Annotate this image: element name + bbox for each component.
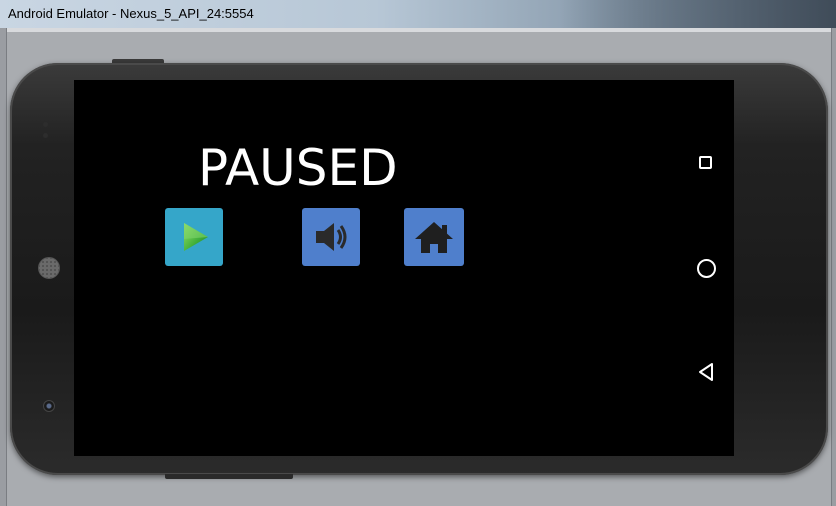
home-button[interactable] bbox=[404, 208, 464, 266]
phone-power-button[interactable] bbox=[165, 474, 293, 479]
sound-button[interactable] bbox=[302, 208, 360, 266]
recent-apps-icon[interactable] bbox=[699, 156, 712, 169]
play-button[interactable] bbox=[165, 208, 223, 266]
front-camera bbox=[43, 400, 55, 412]
phone-screen bbox=[74, 80, 734, 456]
back-triangle-icon[interactable] bbox=[697, 362, 715, 382]
paused-title: PAUSED bbox=[198, 139, 398, 197]
speaker-icon bbox=[316, 223, 347, 251]
home-icon bbox=[415, 222, 453, 253]
proximity-sensor bbox=[43, 122, 48, 127]
window-inner-border bbox=[7, 28, 831, 32]
play-icon bbox=[184, 223, 208, 251]
light-sensor bbox=[43, 133, 48, 138]
window-title-bar[interactable]: Android Emulator - Nexus_5_API_24:5554 bbox=[0, 0, 836, 28]
earpiece-speaker bbox=[38, 257, 60, 279]
window-title: Android Emulator - Nexus_5_API_24:5554 bbox=[8, 6, 254, 21]
home-circle-icon[interactable] bbox=[697, 259, 716, 278]
